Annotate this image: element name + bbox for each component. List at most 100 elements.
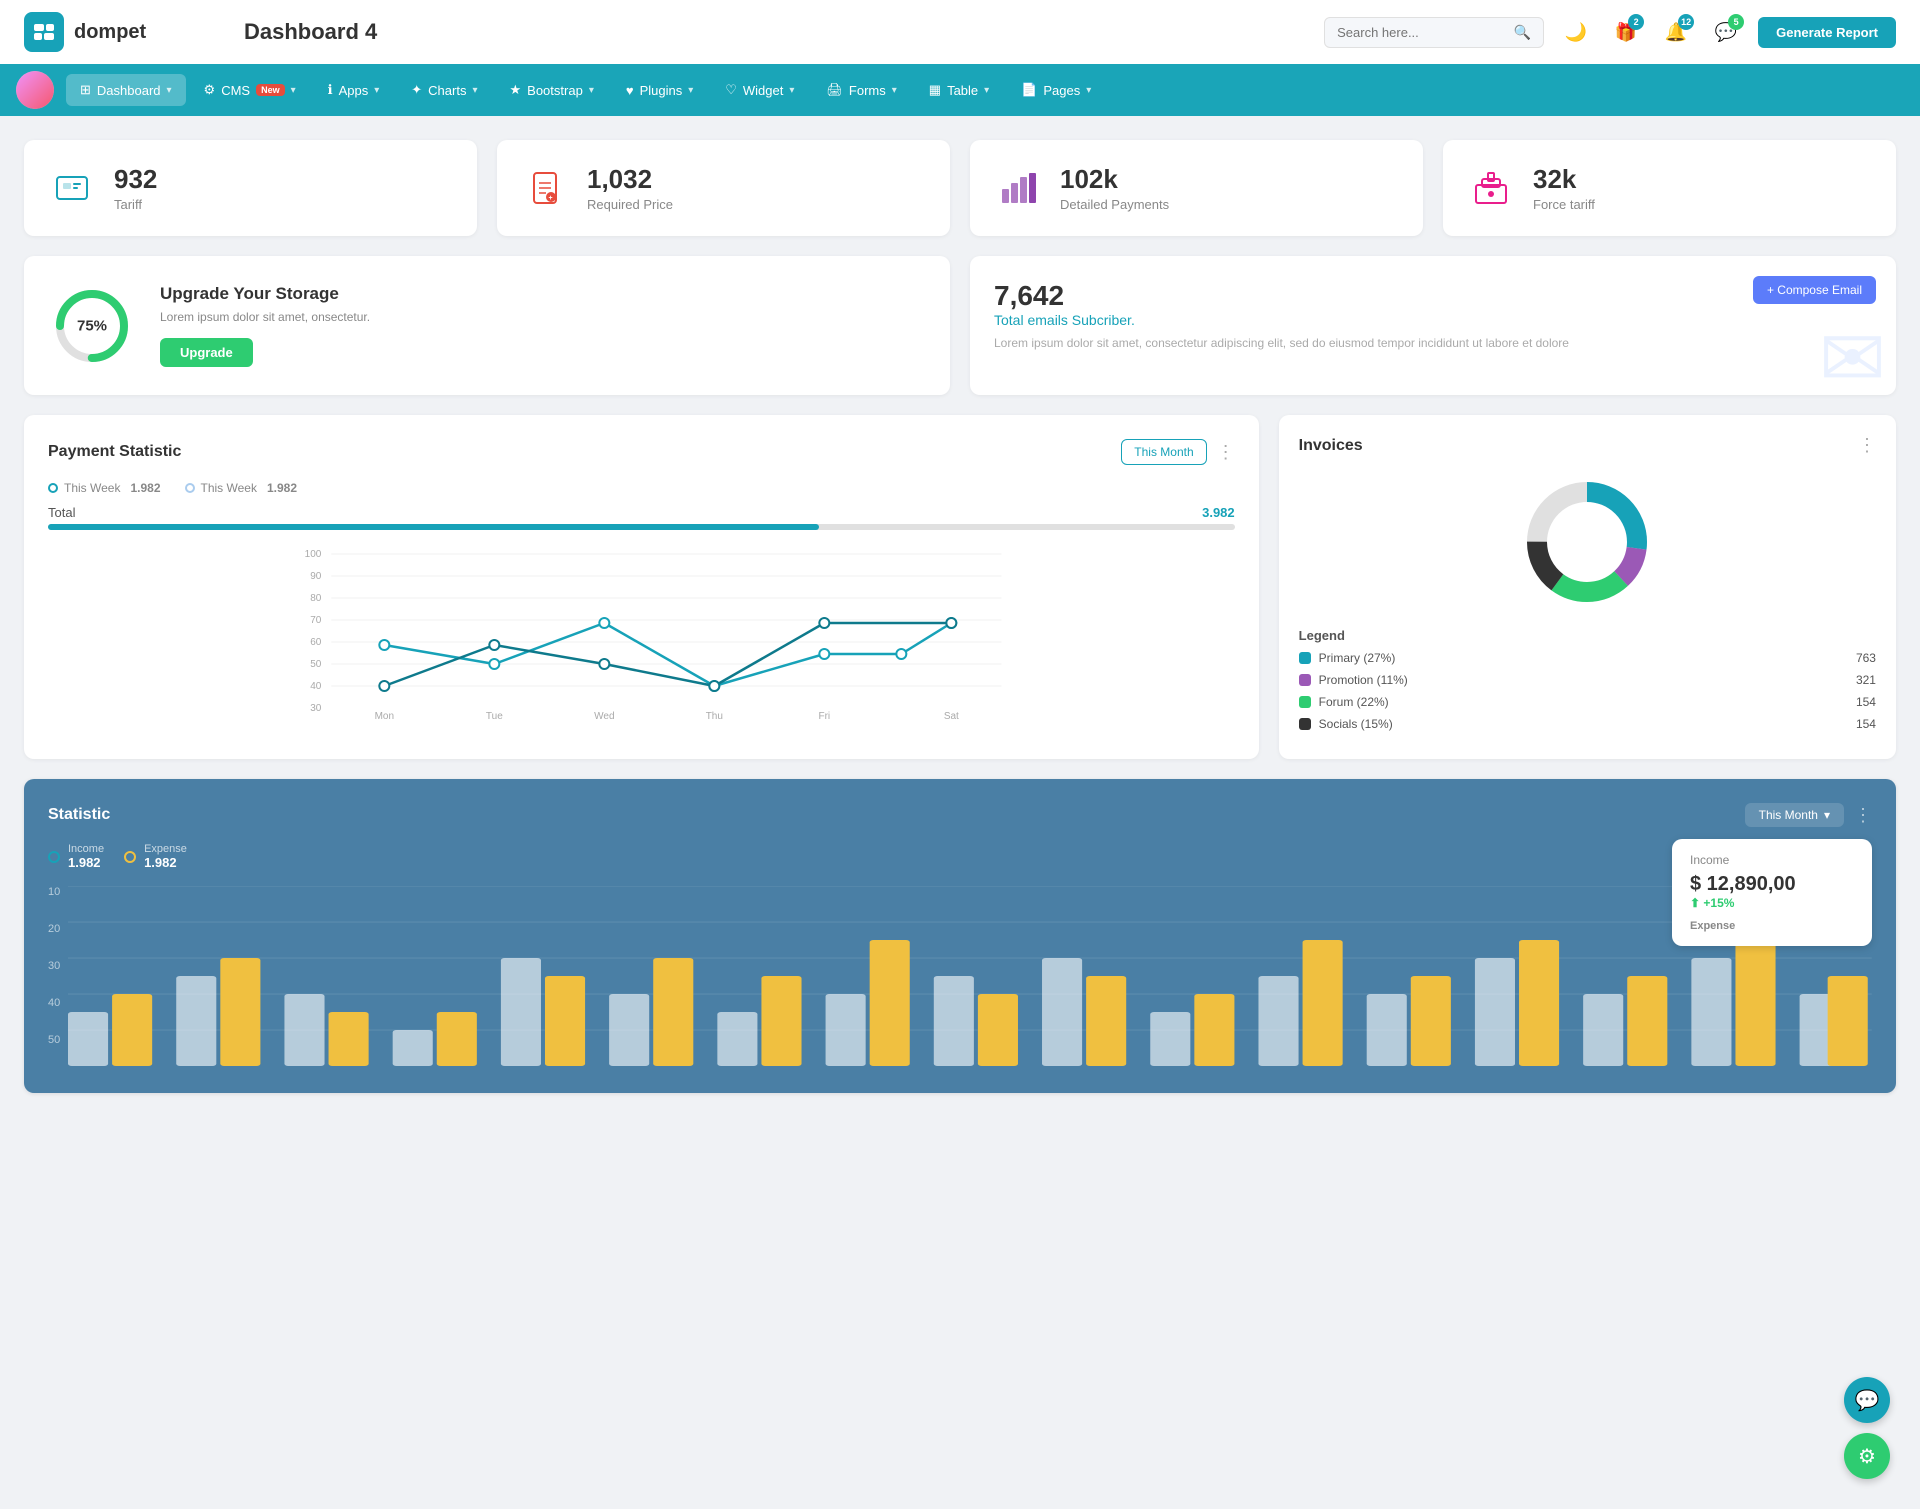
charts-arrow: ▾	[472, 85, 477, 96]
statistic-header-right: This Month ▾ ⋮	[1745, 803, 1872, 827]
income-legend-dot	[48, 851, 60, 863]
expense-legend-label: Expense	[144, 843, 187, 855]
bar-chart-svg	[68, 886, 1872, 1066]
statistic-month-arrow: ▾	[1824, 808, 1830, 822]
svg-text:Thu: Thu	[706, 711, 723, 722]
widget-icon: ♡	[725, 82, 737, 98]
total-label: Total	[48, 505, 75, 520]
email-subtitle: Total emails Subcriber.	[994, 312, 1872, 328]
payment-progress-bar	[48, 524, 1235, 530]
bar-chart-row: 50 40 30 20 10	[48, 886, 1872, 1069]
nav-item-dashboard[interactable]: ⊞ Dashboard ▾	[66, 74, 186, 106]
nav-bar: ⊞ Dashboard ▾ ⚙ CMS New ▾ ℹ Apps ▾ ✦ Cha…	[0, 64, 1920, 116]
nav-item-cms[interactable]: ⚙ CMS New ▾	[190, 74, 310, 106]
legend-title: Legend	[1299, 628, 1876, 643]
logo-text: dompet	[74, 21, 146, 44]
nav-label-cms: CMS	[221, 83, 250, 98]
nav-item-bootstrap[interactable]: ★ Bootstrap ▾	[496, 74, 608, 106]
legend-label-socials: Socials (15%)	[1319, 717, 1393, 731]
legend-color-primary	[1299, 652, 1311, 664]
nav-item-widget[interactable]: ♡ Widget ▾	[711, 74, 808, 106]
svg-text:30: 30	[310, 703, 322, 714]
nav-item-plugins[interactable]: ♥ Plugins ▾	[612, 75, 707, 106]
mid-row: 75% Upgrade Your Storage Lorem ipsum dol…	[24, 256, 1896, 395]
svg-text:Fri: Fri	[818, 711, 830, 722]
nav-item-forms[interactable]: 🖨 Forms ▾	[812, 74, 910, 106]
fab-wrap: 💬 ⚙	[1844, 1377, 1890, 1479]
legend-val-1: 1.982	[267, 481, 297, 495]
page-title: Dashboard 4	[244, 19, 1324, 45]
compose-email-button[interactable]: + Compose Email	[1753, 276, 1876, 304]
payment-this-month-btn[interactable]: This Month	[1121, 439, 1206, 465]
legend-color-socials	[1299, 718, 1311, 730]
email-count: 7,642	[994, 280, 1872, 312]
legend-val-0: 1.982	[130, 481, 160, 495]
svg-text:Sat: Sat	[944, 711, 959, 722]
svg-text:60: 60	[310, 637, 322, 648]
email-bg-icon: ✉	[1819, 312, 1886, 395]
svg-text:50: 50	[310, 659, 322, 670]
forms-arrow: ▾	[892, 85, 897, 96]
legend-label-primary: Primary (27%)	[1319, 651, 1396, 665]
income-panel: Income $ 12,890,00 ⬆ +15% Expense	[1672, 839, 1872, 946]
email-card: + Compose Email 7,642 Total emails Subcr…	[970, 256, 1896, 395]
legend-left-3: Socials (15%)	[1299, 717, 1393, 731]
dashboard-arrow: ▾	[167, 85, 172, 96]
legend-label-1: This Week	[201, 481, 257, 495]
cms-badge: New	[256, 84, 285, 96]
nav-item-apps[interactable]: ℹ Apps ▾	[314, 74, 394, 106]
invoices-legend-list: Primary (27%) 763 Promotion (11%) 321 Fo…	[1299, 651, 1876, 731]
payment-total-row: Total 3.982	[48, 505, 1235, 520]
payments-value: 102k	[1060, 164, 1169, 195]
svg-text:100: 100	[305, 549, 322, 560]
svg-text:80: 80	[310, 593, 322, 604]
svg-text:Mon: Mon	[375, 711, 394, 722]
nav-avatar	[16, 71, 54, 109]
statistic-this-month-btn[interactable]: This Month ▾	[1745, 803, 1844, 827]
statistic-card: Statistic This Month ▾ ⋮ Income 1.982	[24, 779, 1896, 1093]
bar-chart-inner	[68, 886, 1872, 1069]
income-panel-label: Income	[1690, 853, 1854, 867]
payment-menu-btn[interactable]: ⋮	[1217, 442, 1235, 463]
nav-label-bootstrap: Bootstrap	[527, 83, 583, 98]
fab-settings-button[interactable]: ⚙	[1844, 1433, 1890, 1479]
invoices-menu-btn[interactable]: ⋮	[1858, 435, 1876, 456]
chat-icon-btn[interactable]: 💬 5	[1708, 14, 1744, 50]
payment-card: Payment Statistic This Month ⋮ This Week…	[24, 415, 1259, 759]
storage-card: 75% Upgrade Your Storage Lorem ipsum dol…	[24, 256, 950, 395]
upgrade-button[interactable]: Upgrade	[160, 338, 253, 367]
expense-legend-val: 1.982	[144, 855, 187, 870]
svg-text:Wed: Wed	[594, 711, 614, 722]
legend-label-0: This Week	[64, 481, 120, 495]
gift-icon-btn[interactable]: 🎁 2	[1608, 14, 1644, 50]
statistic-legend-row: Income 1.982 Expense 1.982	[48, 843, 1872, 870]
svg-text:70: 70	[310, 615, 322, 626]
income-legend-item: Income 1.982	[48, 843, 104, 870]
nav-item-table[interactable]: ▦ Table ▾	[915, 74, 1003, 106]
nav-item-charts[interactable]: ✦ Charts ▾	[397, 74, 491, 106]
y-label-10: 10	[48, 886, 60, 898]
stat-card-force: 32k Force tariff	[1443, 140, 1896, 236]
generate-report-button[interactable]: Generate Report	[1758, 17, 1896, 48]
statistic-menu-btn[interactable]: ⋮	[1854, 805, 1872, 826]
stat-cards-row: 932 Tariff + 1,032 Required Price	[24, 140, 1896, 236]
dashboard-icon: ⊞	[80, 82, 91, 98]
search-input[interactable]	[1337, 25, 1506, 40]
income-change-icon: ⬆	[1690, 896, 1700, 910]
income-change-val: +15%	[1703, 896, 1734, 910]
main-content: 932 Tariff + 1,032 Required Price	[0, 116, 1920, 1117]
nav-label-dashboard: Dashboard	[97, 83, 161, 98]
moon-icon-btn[interactable]: 🌙	[1558, 14, 1594, 50]
pages-arrow: ▾	[1086, 85, 1091, 96]
nav-item-pages[interactable]: 📄 Pages ▾	[1007, 74, 1105, 106]
tariff-label: Tariff	[114, 197, 157, 212]
fab-chat-button[interactable]: 💬	[1844, 1377, 1890, 1423]
search-icon: 🔍	[1514, 24, 1531, 41]
income-panel-change: ⬆ +15%	[1690, 896, 1854, 910]
forms-icon: 🖨	[826, 82, 843, 98]
search-box[interactable]: 🔍	[1324, 17, 1544, 48]
bell-icon-btn[interactable]: 🔔 12	[1658, 14, 1694, 50]
plugins-arrow: ▾	[688, 85, 693, 96]
statistic-header: Statistic This Month ▾ ⋮	[48, 803, 1872, 827]
line-chart-container: 100 90 80 70 60 50 40 30 Mon Tue Wed Thu…	[48, 544, 1235, 727]
